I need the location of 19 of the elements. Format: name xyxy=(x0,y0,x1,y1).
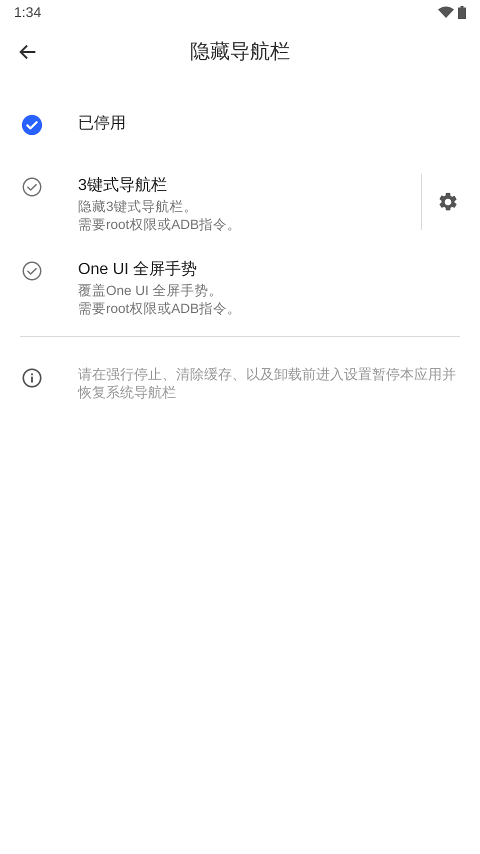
battery-icon xyxy=(458,6,466,18)
info-icon xyxy=(21,367,43,389)
page-title: 隐藏导航栏 xyxy=(189,40,291,65)
check-circle-icon[interactable] xyxy=(21,176,43,198)
option-title: 已停用 xyxy=(78,114,127,134)
wifi-icon xyxy=(438,6,454,18)
check-circle-icon[interactable] xyxy=(21,260,43,282)
option-description: 覆盖One UI 全屏手势。 xyxy=(78,282,224,300)
info-text: 请在强行停止、清除缓存、以及卸载前进入设置暂停本应用并恢复系统导航栏 xyxy=(78,365,457,401)
option-row[interactable]: 3键式导航栏 隐藏3键式导航栏。 需要root权限或ADB指令。 xyxy=(0,160,480,244)
option-row[interactable]: 已停用 xyxy=(0,98,480,160)
check-circle-icon[interactable] xyxy=(21,114,43,136)
option-description: 需要root权限或ADB指令。 xyxy=(78,300,242,318)
status-time: 1:34 xyxy=(14,2,42,22)
option-title: One UI 全屏手势 xyxy=(78,260,198,280)
option-description: 隐藏3键式导航栏。 xyxy=(78,198,199,216)
option-row[interactable]: One UI 全屏手势 覆盖One UI 全屏手势。 需要root权限或ADB指令。 xyxy=(0,244,480,328)
option-description: 需要root权限或ADB指令。 xyxy=(78,216,242,234)
option-title: 3键式导航栏 xyxy=(78,176,168,196)
